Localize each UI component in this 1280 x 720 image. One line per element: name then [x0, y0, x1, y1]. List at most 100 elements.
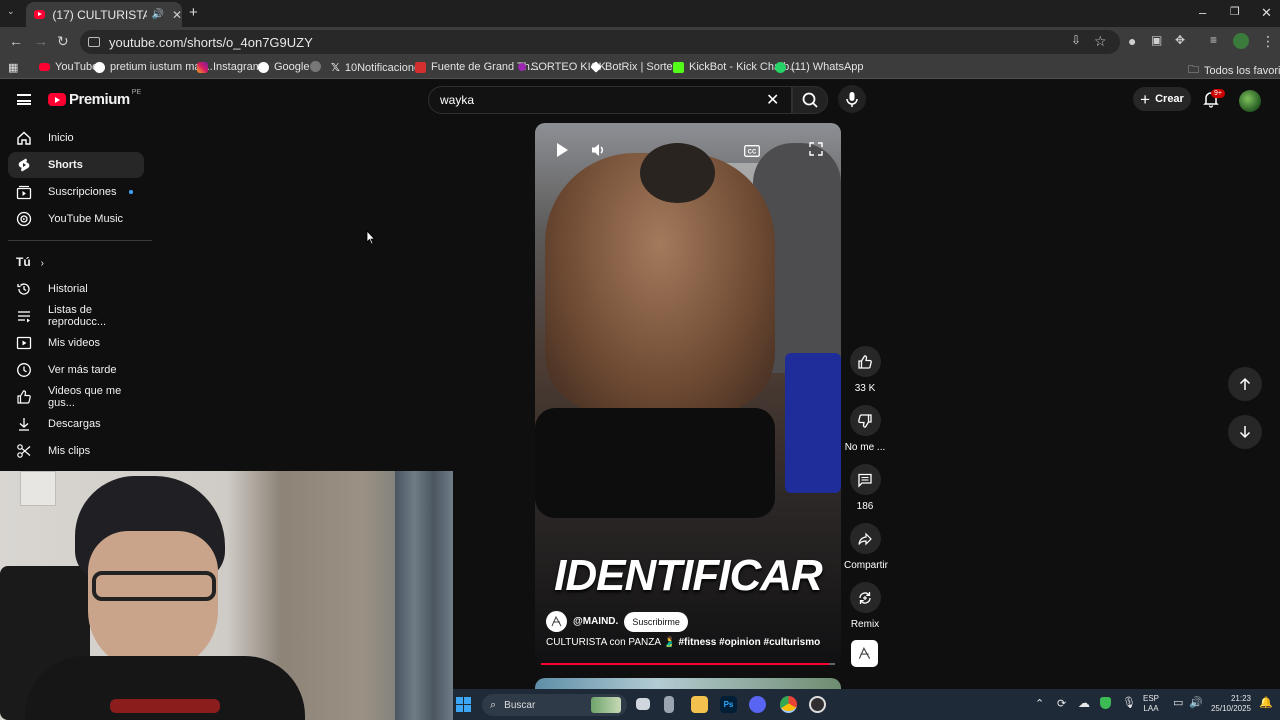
- you-section-header[interactable]: Tú ›: [16, 255, 44, 269]
- extensions-puzzle-icon[interactable]: ✥: [1175, 33, 1185, 47]
- notification-center-icon[interactable]: 🔔: [1259, 696, 1273, 709]
- show-hidden-icons-chevron-icon[interactable]: ⌃: [1035, 697, 1044, 710]
- tray-microphone-icon[interactable]: 🎙: [1122, 696, 1136, 709]
- clock[interactable]: 21:23 25/10/2025: [1205, 694, 1251, 714]
- remix-button[interactable]: [849, 582, 881, 613]
- tray-sync-icon[interactable]: ⟳: [1057, 697, 1066, 710]
- forward-arrow-icon[interactable]: →: [34, 33, 48, 49]
- file-explorer-icon[interactable]: [691, 696, 708, 713]
- all-bookmarks[interactable]: 🗀Todos los favoritos: [1188, 61, 1280, 80]
- sidebar-item-listas[interactable]: Listas de reproducc...: [8, 303, 144, 329]
- address-bar[interactable]: youtube.com/shorts/o_4on7G9UZY: [80, 30, 1120, 54]
- bookmark-x[interactable]: 𝕏 10Notificaciones: [331, 61, 426, 75]
- obs-icon[interactable]: [809, 696, 826, 713]
- tab-search-button[interactable]: ⌄: [7, 6, 21, 20]
- bookmark-whatsapp[interactable]: (11) WhatsApp: [775, 61, 864, 73]
- share-action[interactable]: Compartir: [844, 523, 888, 571]
- subscribe-button[interactable]: Suscribirme: [624, 611, 688, 632]
- bookmark-instagram[interactable]: Instagram: [197, 61, 262, 73]
- sidebar-item-inicio[interactable]: Inicio: [8, 125, 144, 151]
- tab-close-icon[interactable]: ✕: [172, 8, 182, 22]
- chevron-right-icon: ›: [40, 258, 45, 269]
- remix-action[interactable]: Remix: [844, 582, 886, 630]
- discord-icon[interactable]: [749, 696, 766, 713]
- volume-button[interactable]: [591, 142, 605, 163]
- bookmark-youtube[interactable]: YouTube: [39, 61, 98, 73]
- sidebar-item-suscripciones[interactable]: Suscripciones: [8, 179, 144, 205]
- extension-icon-2[interactable]: ▣: [1151, 33, 1162, 47]
- video-hashtags[interactable]: #fitness #opinion #culturismo: [679, 637, 821, 648]
- bookmark-google[interactable]: Google: [258, 61, 309, 73]
- sidebar-item-mis-clips[interactable]: Mis clips: [8, 438, 144, 464]
- play-button[interactable]: [555, 142, 569, 163]
- task-view-icon[interactable]: [636, 698, 650, 710]
- windows-start-icon[interactable]: [456, 697, 471, 712]
- menu-hamburger-icon[interactable]: [17, 94, 31, 105]
- onedrive-cloud-icon[interactable]: ☁: [1078, 696, 1090, 710]
- profile-avatar-icon[interactable]: [1233, 33, 1249, 49]
- install-app-icon[interactable]: ⇩: [1071, 33, 1081, 47]
- volume-tray-icon[interactable]: 🔊: [1189, 696, 1203, 709]
- create-button[interactable]: + Crear: [1133, 87, 1191, 111]
- dislike-button[interactable]: [849, 405, 881, 436]
- dislike-action[interactable]: No me ...: [844, 405, 886, 453]
- chrome-menu-icon[interactable]: ⋮: [1261, 33, 1275, 50]
- minimize-button[interactable]: –: [1199, 5, 1206, 20]
- youtube-bookmark-icon: [39, 63, 50, 71]
- sidebar-item-ver-mas-tarde[interactable]: Ver más tarde: [8, 357, 144, 383]
- photoshop-icon[interactable]: Ps: [720, 696, 737, 713]
- bookmark-pretium[interactable]: pretium iustum mat...: [94, 61, 213, 73]
- bookmark-botrix[interactable]: BotRix | Sorteos: [590, 61, 684, 73]
- network-icon[interactable]: ▭: [1173, 696, 1183, 709]
- previous-short-button[interactable]: [1228, 367, 1262, 401]
- sidebar-item-descargas[interactable]: Descargas: [8, 411, 144, 437]
- like-action[interactable]: 33 K: [844, 346, 886, 394]
- share-arrow-icon: [858, 532, 872, 545]
- comments-button[interactable]: [849, 464, 881, 495]
- search-input[interactable]: wayka: [428, 86, 792, 114]
- extension-icon-1[interactable]: ●: [1128, 33, 1136, 49]
- clear-search-icon[interactable]: ✕: [766, 90, 779, 110]
- voice-search-button[interactable]: [838, 85, 866, 113]
- sidebar-item-shorts[interactable]: Shorts: [8, 152, 144, 178]
- bookmark-star-icon[interactable]: ☆: [1094, 33, 1107, 50]
- sidebar-item-liked-videos[interactable]: Videos que me gus...: [8, 384, 144, 410]
- sidebar-item-mis-videos[interactable]: Mis videos: [8, 330, 144, 356]
- shorts-video-player[interactable]: CC IDENTIFICAR @MAIND. Suscribirme CULTU…: [535, 123, 841, 668]
- channel-name-link[interactable]: @MAIND.: [573, 616, 618, 627]
- bookmark-globe[interactable]: [310, 61, 326, 72]
- close-window-button[interactable]: ✕: [1261, 5, 1272, 21]
- back-arrow-icon[interactable]: ←: [9, 33, 23, 49]
- sidebar-item-historial[interactable]: Historial: [8, 276, 144, 302]
- channel-avatar[interactable]: [546, 611, 567, 632]
- comment-count: 186: [856, 501, 874, 512]
- comments-action[interactable]: 186: [844, 464, 886, 512]
- next-short-button[interactable]: [1228, 415, 1262, 449]
- browser-tab-active[interactable]: (17) CULTURISTA con PANZA 🔊 ✕: [26, 2, 182, 27]
- video-title-emoji: 🫃: [663, 637, 676, 648]
- reload-icon[interactable]: ↻: [57, 33, 69, 50]
- audio-source-thumbnail[interactable]: [851, 640, 878, 667]
- security-shield-icon[interactable]: [1100, 697, 1111, 709]
- restore-button[interactable]: ❐: [1230, 5, 1240, 18]
- sidebar-item-youtube-music[interactable]: YouTube Music: [8, 206, 144, 232]
- taskbar-search-box[interactable]: ⌕ Buscar: [482, 694, 627, 716]
- webcam-shelf: [20, 471, 56, 506]
- youtube-premium-logo[interactable]: Premium PE: [48, 89, 141, 108]
- video-progress-bar[interactable]: [541, 663, 835, 665]
- apps-grid-icon[interactable]: ▦: [8, 61, 18, 74]
- chat-app-icon[interactable]: [664, 696, 674, 713]
- fullscreen-button[interactable]: [809, 142, 823, 161]
- share-button[interactable]: [849, 523, 881, 554]
- user-avatar[interactable]: [1239, 90, 1261, 112]
- new-tab-button[interactable]: +: [189, 4, 198, 21]
- site-info-icon[interactable]: [88, 37, 100, 47]
- video-title[interactable]: CULTURISTA con PANZA 🫃 #fitness #opinion…: [546, 637, 820, 648]
- language-indicator[interactable]: ESP LAA: [1143, 694, 1159, 714]
- like-button[interactable]: [849, 346, 881, 377]
- audio-playing-icon[interactable]: 🔊: [151, 9, 163, 20]
- chrome-icon[interactable]: [780, 696, 797, 713]
- captions-button[interactable]: CC: [744, 144, 760, 162]
- search-button[interactable]: [792, 86, 828, 114]
- media-control-icon[interactable]: ≡: [1210, 33, 1217, 47]
